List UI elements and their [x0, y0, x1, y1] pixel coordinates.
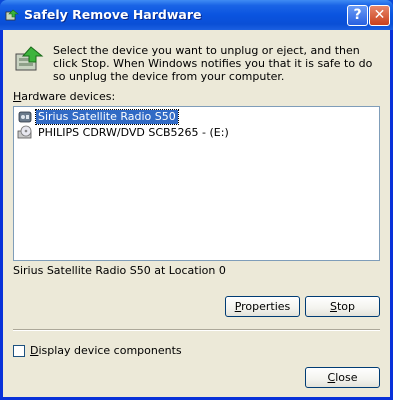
properties-button[interactable]: Properties: [225, 296, 300, 317]
instructions-text: Select the device you want to unplug or …: [53, 44, 373, 83]
separator: [13, 329, 380, 331]
display-components-label: Display device components: [30, 344, 182, 357]
display-components-label-rest: isplay device components: [38, 344, 182, 357]
title-bar[interactable]: Safely Remove Hardware ? ✕: [0, 0, 393, 30]
close-button[interactable]: Close: [305, 367, 380, 388]
checkbox-box[interactable]: [13, 344, 25, 357]
dialog-client-area: Select the device you want to unplug or …: [3, 30, 390, 397]
close-window-button[interactable]: ✕: [369, 5, 390, 26]
hardware-devices-label-rest: ardware devices:: [21, 90, 116, 103]
hardware-devices-label: Hardware devices:: [13, 90, 116, 103]
safely-remove-hardware-icon: [5, 9, 19, 21]
device-location-status: Sirius Satellite Radio S50 at Location 0: [13, 264, 226, 277]
hardware-devices-list[interactable]: Sirius Satellite Radio S50 PHILIPS CDRW/…: [13, 106, 380, 261]
device-label: Sirius Satellite Radio S50: [35, 109, 179, 125]
safely-remove-hardware-large-icon: [15, 46, 44, 71]
close-button-rest: lose: [335, 371, 358, 384]
device-label: PHILIPS CDRW/DVD SCB5265 - (E:): [38, 126, 229, 139]
list-item-philips-cdrw-dvd[interactable]: PHILIPS CDRW/DVD SCB5265 - (E:): [17, 125, 231, 141]
list-item-sirius-satellite-radio[interactable]: Sirius Satellite Radio S50: [17, 109, 179, 125]
cd-drive-icon: [17, 125, 32, 139]
display-device-components-checkbox[interactable]: Display device components: [13, 344, 182, 357]
properties-button-rest: roperties: [241, 300, 291, 313]
usb-device-icon: [18, 111, 32, 123]
stop-button-rest: top: [336, 300, 355, 313]
window-title: Safely Remove Hardware: [24, 7, 202, 22]
safely-remove-hardware-window: Safely Remove Hardware ? ✕ Select the de…: [0, 0, 393, 400]
stop-button[interactable]: Stop: [305, 296, 380, 317]
help-button[interactable]: ?: [347, 5, 368, 26]
